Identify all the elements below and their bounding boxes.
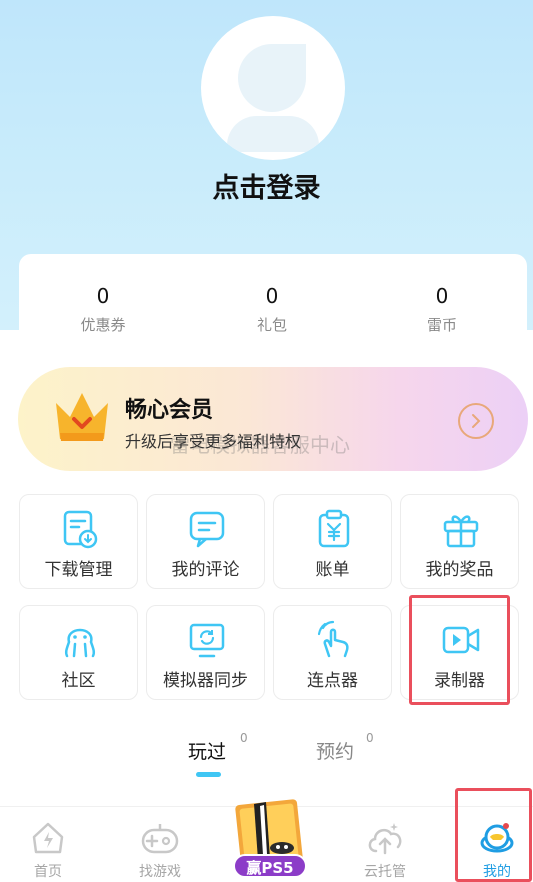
nav-label: 找游戏 (139, 864, 181, 880)
nav-find-games[interactable]: 找游戏 (120, 821, 200, 881)
home-icon (32, 822, 64, 854)
nav-label: 云托管 (364, 864, 406, 880)
stat-coupons[interactable]: 0 优惠券 (43, 284, 163, 335)
comment-icon (189, 511, 225, 548)
stat-coins[interactable]: 0 雷币 (382, 284, 502, 335)
grid-label: 社区 (61, 671, 96, 691)
avatar-head-shape (238, 44, 306, 112)
download-doc-icon (63, 510, 98, 549)
vip-title: 畅心会员 (125, 398, 214, 423)
tab-count: 0 (240, 731, 248, 745)
chevron-right-icon[interactable] (458, 403, 494, 439)
active-tab-indicator (196, 772, 221, 777)
grid-label: 连点器 (307, 671, 358, 691)
nav-home[interactable]: 首页 (8, 821, 88, 881)
gift-icon (443, 515, 479, 548)
my-prizes-button[interactable]: 我的奖品 (400, 494, 519, 589)
highlight-recorder (409, 595, 510, 705)
grid-label: 我的奖品 (425, 560, 494, 580)
grid-label: 我的评论 (171, 560, 240, 580)
stat-value: 0 (96, 284, 110, 308)
emulator-sync-button[interactable]: 模拟器同步 (146, 605, 265, 700)
avatar[interactable] (201, 16, 345, 160)
grid-label: 下载管理 (44, 560, 113, 580)
nav-cloud[interactable]: 云托管 (345, 821, 425, 881)
vip-subtitle: 升级后享受更多福利特权 (125, 432, 302, 451)
stat-label: 雷币 (426, 316, 457, 334)
cloud-icon (368, 823, 402, 855)
highlight-mine (455, 788, 532, 882)
login-link[interactable]: 点击登录 (0, 166, 533, 205)
tab-count: 0 (366, 731, 374, 745)
stat-value: 0 (435, 284, 449, 308)
community-icon (64, 628, 96, 658)
my-comments-button[interactable]: 我的评论 (146, 494, 265, 589)
bill-button[interactable]: 账单 (273, 494, 392, 589)
vip-banner[interactable]: 畅心会员 雷电模拟器客服中心 升级后享受更多福利特权 (18, 367, 528, 471)
ps5-badge-label: 赢PS5 (246, 859, 294, 877)
stat-gifts[interactable]: 0 礼包 (212, 284, 332, 335)
stat-label: 优惠券 (80, 316, 126, 334)
stats-card: 0 优惠券 0 礼包 0 雷币 (19, 254, 527, 364)
stat-value: 0 (265, 284, 279, 308)
auto-clicker-button[interactable]: 连点器 (273, 605, 392, 700)
community-button[interactable]: 社区 (19, 605, 138, 700)
crown-icon (56, 393, 108, 441)
grid-label: 模拟器同步 (163, 671, 248, 691)
nav-ps5-promo[interactable]: 赢PS5 (230, 790, 312, 882)
bill-icon (318, 509, 350, 548)
tab-reserved[interactable]: 预约 0 (316, 731, 374, 764)
ps5-badge: 赢PS5 (233, 854, 307, 878)
tab-label: 玩过 (188, 741, 227, 763)
tab-played[interactable]: 玩过 0 (188, 731, 248, 764)
download-manager-button[interactable]: 下载管理 (19, 494, 138, 589)
stat-label: 礼包 (256, 316, 287, 334)
auto-click-icon (317, 620, 349, 658)
avatar-body-shape (227, 116, 319, 152)
sync-icon (189, 623, 225, 658)
nav-label: 首页 (34, 864, 62, 880)
grid-label: 账单 (315, 560, 350, 580)
tab-label: 预约 (316, 741, 355, 763)
gamepad-icon (141, 824, 179, 854)
